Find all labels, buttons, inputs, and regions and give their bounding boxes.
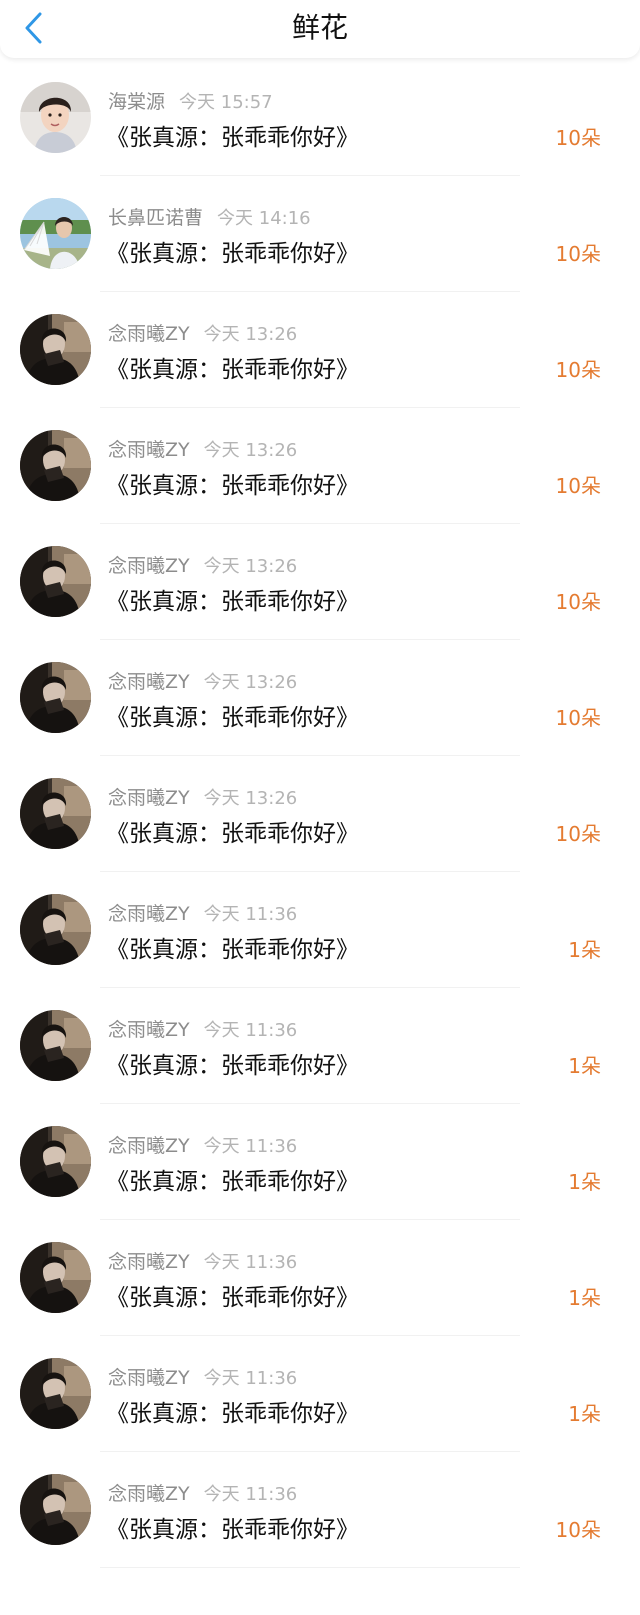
- username[interactable]: 念雨曦ZY 今天 13:26: [108, 435, 297, 462]
- username-text[interactable]: 念雨曦ZY: [108, 1367, 190, 1389]
- page-title: 鲜花: [291, 11, 348, 44]
- username-text[interactable]: 念雨曦ZY: [108, 555, 190, 577]
- flower-count: 10朵: [555, 590, 601, 614]
- username[interactable]: 念雨曦ZY 今天 13:26: [108, 783, 297, 810]
- username[interactable]: 念雨曦ZY 今天 11:36: [108, 1247, 297, 1274]
- chevron-left-icon: [25, 12, 42, 44]
- flower-count: 10朵: [555, 126, 601, 150]
- flower-count: 10朵: [555, 474, 601, 498]
- username[interactable]: 海棠源 今天 15:57: [108, 87, 273, 114]
- work-title-link[interactable]: 《张真源：张乖乖你好》: [106, 698, 359, 732]
- flower-record-row[interactable]: 念雨曦ZY 今天 11:36 《张真源：张乖乖你好》 1朵: [0, 1336, 640, 1452]
- work-title-link[interactable]: 《张真源：张乖乖你好》: [106, 582, 359, 616]
- flower-record-row[interactable]: 念雨曦ZY 今天 11:36 《张真源：张乖乖你好》 1朵: [0, 1104, 640, 1220]
- user-avatar[interactable]: [20, 430, 91, 501]
- flower-record-row[interactable]: 念雨曦ZY 今天 11:36 《张真源：张乖乖你好》 1朵: [0, 1220, 640, 1336]
- username[interactable]: 念雨曦ZY 今天 11:36: [108, 1479, 297, 1506]
- timestamp: 今天 13:26: [203, 788, 298, 809]
- timestamp: 今天 11:36: [203, 1136, 298, 1157]
- username-text[interactable]: 念雨曦ZY: [108, 1251, 190, 1273]
- work-title-link[interactable]: 《张真源：张乖乖你好》: [106, 350, 359, 384]
- work-title-link[interactable]: 《张真源：张乖乖你好》: [106, 1162, 359, 1196]
- flower-record-row[interactable]: 海棠源 今天 15:57 《张真源：张乖乖你好》 10朵: [0, 60, 640, 176]
- username[interactable]: 念雨曦ZY 今天 11:36: [108, 1131, 297, 1158]
- user-avatar[interactable]: [20, 662, 91, 733]
- flower-count: 1朵: [568, 1402, 601, 1426]
- username-text[interactable]: 念雨曦ZY: [108, 323, 190, 345]
- work-title-link[interactable]: 《张真源：张乖乖你好》: [106, 1394, 359, 1428]
- timestamp: 今天 11:36: [203, 1368, 298, 1389]
- timestamp: 今天 13:26: [203, 324, 298, 345]
- user-avatar[interactable]: [20, 82, 91, 153]
- username[interactable]: 念雨曦ZY 今天 11:36: [108, 1015, 297, 1042]
- timestamp: 今天 13:26: [203, 556, 298, 577]
- top-bar: 鲜花: [0, 0, 640, 58]
- username-text[interactable]: 念雨曦ZY: [108, 671, 190, 693]
- username[interactable]: 长鼻匹诺曹 今天 14:16: [108, 203, 311, 230]
- flower-record-row[interactable]: 念雨曦ZY 今天 13:26 《张真源：张乖乖你好》 10朵: [0, 524, 640, 640]
- user-avatar[interactable]: [20, 1010, 91, 1081]
- username-text[interactable]: 念雨曦ZY: [108, 1483, 190, 1505]
- username-text[interactable]: 念雨曦ZY: [108, 439, 190, 461]
- user-avatar[interactable]: [20, 198, 91, 269]
- flower-record-row[interactable]: 念雨曦ZY 今天 13:26 《张真源：张乖乖你好》 10朵: [0, 292, 640, 408]
- flower-record-row[interactable]: 念雨曦ZY 今天 13:26 《张真源：张乖乖你好》 10朵: [0, 640, 640, 756]
- work-title-link[interactable]: 《张真源：张乖乖你好》: [106, 1046, 359, 1080]
- flower-count: 10朵: [555, 822, 601, 846]
- flower-record-row[interactable]: 念雨曦ZY 今天 13:26 《张真源：张乖乖你好》 10朵: [0, 408, 640, 524]
- flower-count: 1朵: [568, 1170, 601, 1194]
- user-avatar[interactable]: [20, 778, 91, 849]
- username-text[interactable]: 念雨曦ZY: [108, 787, 190, 809]
- timestamp: 今天 11:36: [203, 1020, 298, 1041]
- flower-count: 1朵: [568, 938, 601, 962]
- timestamp: 今天 15:57: [179, 92, 273, 113]
- work-title-link[interactable]: 《张真源：张乖乖你好》: [106, 466, 359, 500]
- flower-record-row[interactable]: 念雨曦ZY 今天 13:26 《张真源：张乖乖你好》 10朵: [0, 756, 640, 872]
- work-title-link[interactable]: 《张真源：张乖乖你好》: [106, 1278, 359, 1312]
- flower-record-row[interactable]: 念雨曦ZY 今天 11:36 《张真源：张乖乖你好》 10朵: [0, 1452, 640, 1568]
- username[interactable]: 念雨曦ZY 今天 11:36: [108, 1363, 297, 1390]
- username[interactable]: 念雨曦ZY 今天 13:26: [108, 551, 297, 578]
- timestamp: 今天 11:36: [203, 904, 298, 925]
- username-text[interactable]: 念雨曦ZY: [108, 1019, 190, 1041]
- flower-count: 1朵: [568, 1286, 601, 1310]
- work-title-link[interactable]: 《张真源：张乖乖你好》: [106, 930, 359, 964]
- user-avatar[interactable]: [20, 546, 91, 617]
- timestamp: 今天 13:26: [203, 440, 298, 461]
- flower-record-list: 海棠源 今天 15:57 《张真源：张乖乖你好》 10朵 长鼻匹诺曹 今天 14:16 《张…: [0, 60, 640, 1568]
- user-avatar[interactable]: [20, 1474, 91, 1545]
- username-text[interactable]: 念雨曦ZY: [108, 903, 190, 925]
- flower-count: 10朵: [555, 242, 601, 266]
- timestamp: 今天 11:36: [203, 1484, 298, 1505]
- flower-count: 1朵: [568, 1054, 601, 1078]
- flower-count: 10朵: [555, 1518, 601, 1542]
- work-title-link[interactable]: 《张真源：张乖乖你好》: [106, 814, 359, 848]
- user-avatar[interactable]: [20, 1126, 91, 1197]
- user-avatar[interactable]: [20, 1242, 91, 1313]
- back-button[interactable]: [14, 8, 54, 48]
- work-title-link[interactable]: 《张真源：张乖乖你好》: [106, 234, 359, 268]
- user-avatar[interactable]: [20, 1358, 91, 1429]
- timestamp: 今天 11:36: [203, 1252, 298, 1273]
- username[interactable]: 念雨曦ZY 今天 13:26: [108, 319, 297, 346]
- username-text[interactable]: 长鼻匹诺曹: [108, 207, 203, 229]
- work-title-link[interactable]: 《张真源：张乖乖你好》: [106, 1510, 359, 1544]
- username-text[interactable]: 海棠源: [108, 91, 165, 113]
- flowers-page: 鲜花 海棠源 今天 15:57 《张真源：张乖乖你好》 10朵 长鼻匹诺曹 今天 14:1…: [0, 0, 640, 1615]
- username[interactable]: 念雨曦ZY 今天 13:26: [108, 667, 297, 694]
- flower-count: 10朵: [555, 358, 601, 382]
- timestamp: 今天 14:16: [217, 208, 311, 229]
- flower-record-row[interactable]: 念雨曦ZY 今天 11:36 《张真源：张乖乖你好》 1朵: [0, 872, 640, 988]
- flower-record-row[interactable]: 念雨曦ZY 今天 11:36 《张真源：张乖乖你好》 1朵: [0, 988, 640, 1104]
- user-avatar[interactable]: [20, 894, 91, 965]
- flower-count: 10朵: [555, 706, 601, 730]
- username-text[interactable]: 念雨曦ZY: [108, 1135, 190, 1157]
- work-title-link[interactable]: 《张真源：张乖乖你好》: [106, 118, 359, 152]
- user-avatar[interactable]: [20, 314, 91, 385]
- username[interactable]: 念雨曦ZY 今天 11:36: [108, 899, 297, 926]
- timestamp: 今天 13:26: [203, 672, 298, 693]
- flower-record-row[interactable]: 长鼻匹诺曹 今天 14:16 《张真源：张乖乖你好》 10朵: [0, 176, 640, 292]
